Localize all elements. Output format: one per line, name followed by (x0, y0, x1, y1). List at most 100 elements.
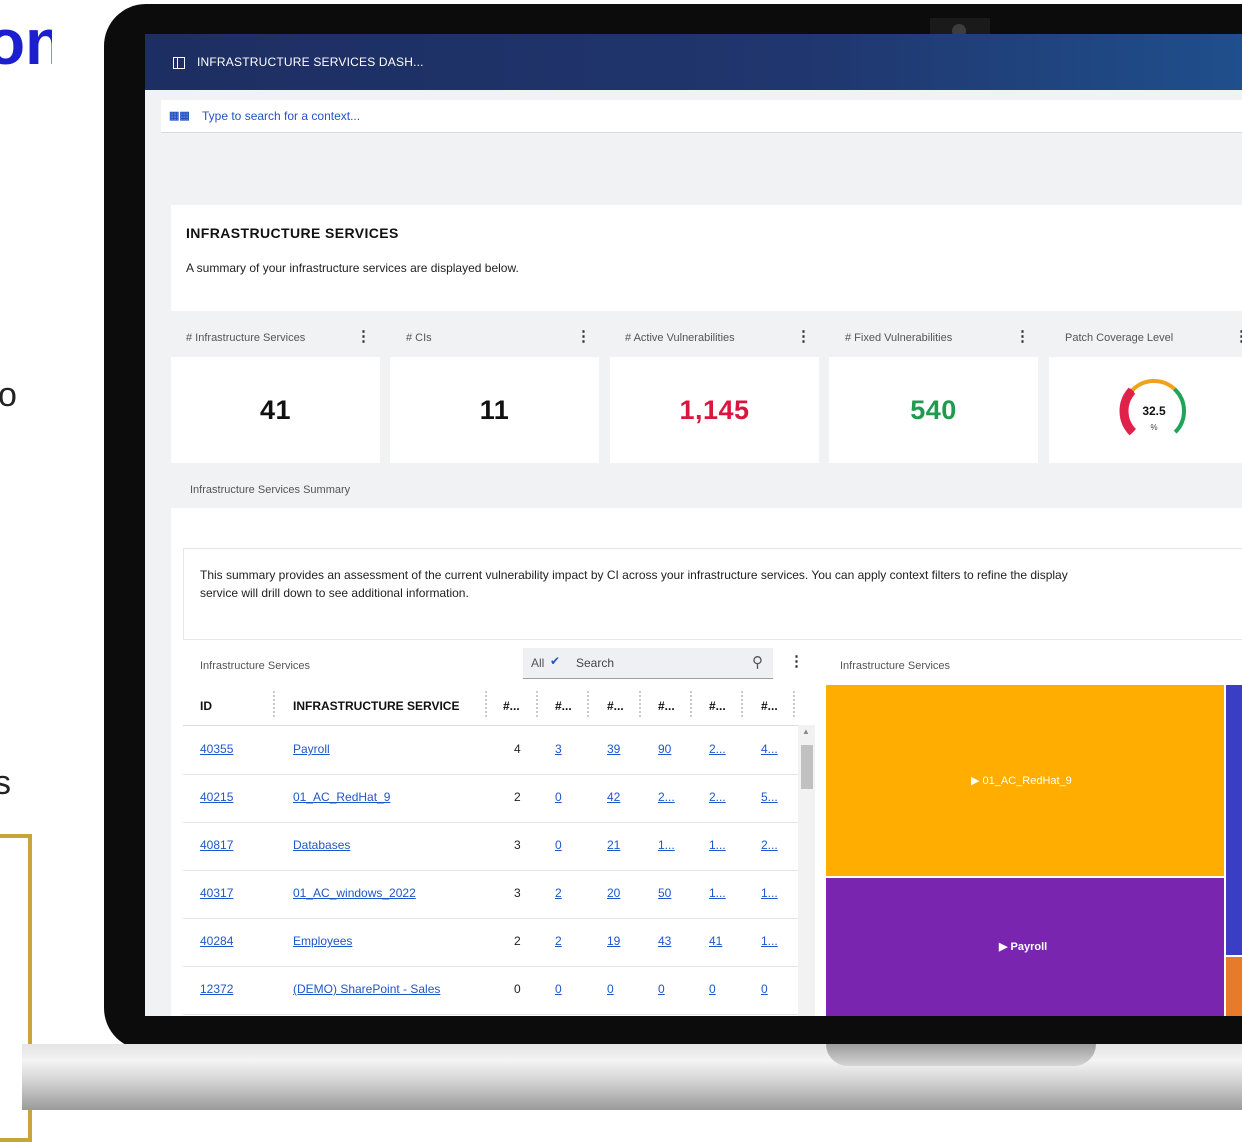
column-header[interactable]: #... (607, 699, 624, 713)
kpi-tile[interactable]: 41 (171, 357, 380, 463)
page-header-card: INFRASTRUCTURE SERVICES A summary of you… (171, 205, 1242, 311)
metric-link[interactable]: 1... (658, 838, 675, 852)
kpi-label: Patch Coverage Level (1065, 332, 1174, 344)
column-header[interactable]: #... (761, 699, 778, 713)
service-id-link[interactable]: 40284 (200, 934, 233, 948)
service-name-link[interactable]: Payroll (293, 742, 330, 756)
table-panel-label: Infrastructure Services (200, 660, 311, 672)
treemap-tile[interactable] (1226, 957, 1242, 1016)
metric-link[interactable]: 3 (555, 742, 562, 756)
column-header[interactable]: #... (658, 699, 675, 713)
metric-link[interactable]: 2 (555, 934, 562, 948)
column-header[interactable]: #... (503, 699, 520, 713)
metric-link[interactable]: 1... (709, 886, 726, 900)
metric-link[interactable]: 50 (658, 886, 671, 900)
magnifier-icon[interactable]: ⚲ (752, 653, 763, 671)
service-id-link[interactable]: 40317 (200, 886, 233, 900)
scroll-up-icon[interactable]: ▲ (802, 727, 810, 736)
table-row[interactable]: 40317 01_AC_windows_2022 3 2 20 50 1... … (183, 870, 815, 919)
table-row[interactable]: 40355 Payroll 4 3 39 90 2... 4... (183, 726, 815, 775)
summary-description-box: This summary provides an assessment of t… (183, 548, 1242, 640)
metric-link[interactable]: 0 (658, 982, 665, 996)
context-search-input[interactable]: Type to search for a context... (202, 109, 360, 123)
metric-link[interactable]: 1... (761, 886, 778, 900)
scrollbar-thumb[interactable] (801, 745, 813, 789)
slide-text-fragment: s (0, 764, 11, 802)
kpi-tile[interactable]: 11 (390, 357, 599, 463)
kpi-label: # CIs (406, 332, 432, 344)
metric-link[interactable]: 0 (761, 982, 768, 996)
service-id-link[interactable]: 40355 (200, 742, 233, 756)
metric-link[interactable]: 2... (761, 838, 778, 852)
dashboard-screen: INFRASTRUCTURE SERVICES DASH... ▦▦ Type … (145, 34, 1242, 1016)
table-filter-search[interactable]: All ✔ Search ⚲ (523, 648, 773, 679)
metric-link[interactable]: 4... (761, 742, 778, 756)
metric-value: 2 (514, 790, 521, 804)
treemap-tile-label: ▶ 01_AC_RedHat_9 (971, 775, 1072, 787)
table-row[interactable]: 12372 (DEMO) SharePoint - Sales 0 0 0 0 … (183, 966, 815, 1015)
kpi-tile[interactable]: 1,145 (610, 357, 819, 463)
metric-link[interactable]: 21 (607, 838, 620, 852)
metric-link[interactable]: 0 (607, 982, 614, 996)
kebab-menu-icon[interactable]: ⋮ (789, 652, 804, 670)
metric-link[interactable]: 1... (709, 838, 726, 852)
services-treemap: ▶ 01_AC_RedHat_9 ▶ Payroll (826, 685, 1242, 1016)
metric-link[interactable]: 0 (709, 982, 716, 996)
metric-link[interactable]: 5... (761, 790, 778, 804)
table-row[interactable]: 40817 Databases 3 0 21 1... 1... 2... (183, 822, 815, 871)
window-icon[interactable] (173, 57, 185, 69)
service-name-link[interactable]: (DEMO) SharePoint - Sales (293, 982, 440, 996)
metric-link[interactable]: 2... (709, 742, 726, 756)
column-header[interactable]: ID (200, 699, 212, 713)
kpi-tile[interactable]: 540 (829, 357, 1038, 463)
metric-link[interactable]: 90 (658, 742, 671, 756)
kpi-value: 1,145 (679, 395, 750, 425)
service-name-link[interactable]: 01_AC_windows_2022 (293, 886, 416, 900)
metric-link[interactable]: 42 (607, 790, 620, 804)
column-header[interactable]: #... (555, 699, 572, 713)
table-scrollbar[interactable]: ▲ (798, 725, 815, 1016)
kpi-label: # Infrastructure Services (186, 332, 306, 344)
context-search-bar[interactable]: ▦▦ Type to search for a context... (161, 100, 1242, 133)
metric-link[interactable]: 0 (555, 982, 562, 996)
kebab-menu-icon[interactable]: ⋮ (356, 327, 371, 345)
metric-link[interactable]: 0 (555, 838, 562, 852)
column-header[interactable]: #... (709, 699, 726, 713)
kpi-tile[interactable]: 32.5 % (1049, 357, 1242, 463)
metric-link[interactable]: 43 (658, 934, 671, 948)
window-titlebar: INFRASTRUCTURE SERVICES DASH... (145, 34, 1242, 90)
metric-link[interactable]: 39 (607, 742, 620, 756)
metric-link[interactable]: 41 (709, 934, 722, 948)
metric-link[interactable]: 2... (658, 790, 675, 804)
metric-link[interactable]: 0 (555, 790, 562, 804)
treemap-tile[interactable] (1226, 685, 1242, 955)
context-grid-icon[interactable]: ▦▦ (169, 109, 190, 122)
kebab-menu-icon[interactable]: ⋮ (576, 327, 591, 345)
metric-link[interactable]: 2... (709, 790, 726, 804)
table-row[interactable]: 40284 Employees 2 2 19 43 41 1... (183, 918, 815, 967)
treemap-tile-payroll[interactable]: ▶ Payroll (826, 878, 1224, 1016)
service-id-link[interactable]: 40817 (200, 838, 233, 852)
filter-select[interactable]: All (531, 656, 544, 670)
treemap-tile-redhat[interactable]: ▶ 01_AC_RedHat_9 (826, 685, 1224, 876)
table-search-input[interactable]: Search (576, 656, 614, 670)
metric-link[interactable]: 20 (607, 886, 620, 900)
kebab-menu-icon[interactable]: ⋮ (796, 327, 811, 345)
kpi-label: # Fixed Vulnerabilities (845, 332, 953, 344)
kpi-label: # Active Vulnerabilities (625, 332, 735, 344)
kebab-menu-icon[interactable]: ⋮ (1015, 327, 1030, 345)
service-id-link[interactable]: 40215 (200, 790, 233, 804)
metric-link[interactable]: 19 (607, 934, 620, 948)
metric-link[interactable]: 1... (761, 934, 778, 948)
service-name-link[interactable]: Databases (293, 838, 350, 852)
kebab-menu-icon[interactable]: ⋮ (1234, 327, 1242, 345)
laptop-hinge-groove (826, 1044, 1096, 1066)
service-name-link[interactable]: Employees (293, 934, 352, 948)
chevron-down-icon[interactable]: ✔ (550, 654, 560, 668)
slide-text-fragment: o (0, 376, 17, 414)
service-name-link[interactable]: 01_AC_RedHat_9 (293, 790, 390, 804)
metric-link[interactable]: 2 (555, 886, 562, 900)
service-id-link[interactable]: 12372 (200, 982, 233, 996)
column-header[interactable]: INFRASTRUCTURE SERVICE (293, 699, 459, 713)
table-row[interactable]: 40215 01_AC_RedHat_9 2 0 42 2... 2... 5.… (183, 774, 815, 823)
